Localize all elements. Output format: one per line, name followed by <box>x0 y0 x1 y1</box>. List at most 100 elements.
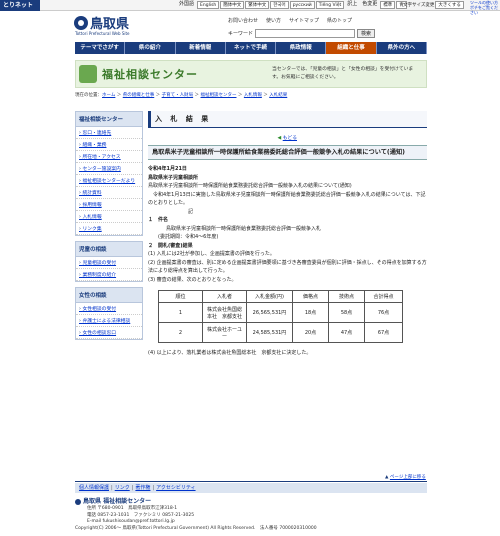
text-size-control: 文字サイズ変更 大きくする <box>403 1 464 9</box>
notice-org: 鳥取県米子児童相談所 <box>148 174 199 181</box>
banner-text: 当センターでは、「児童の相談」と「女性の相談」を受付けています。お気軽にご相談く… <box>272 67 414 80</box>
up-arrow-icon: ▲ <box>385 475 389 480</box>
sidebar-item-legal-consult[interactable]: 弁護士による法律相談 <box>76 315 142 327</box>
lang-russian-button[interactable]: русский <box>289 1 315 9</box>
color-change-label: 色変更 <box>362 1 378 7</box>
sidebar-item-bid-info[interactable]: 入札情報 <box>76 211 142 223</box>
gnav-procedures[interactable]: ネットで手続 <box>226 42 277 54</box>
cell-amount: 26,565,531円 <box>246 302 293 323</box>
sidebar-section-child: 児童の相談 児童相談の受付 業務制度の紹介 <box>75 241 143 282</box>
footer-copyright: Copyright(C) 2006～ 鳥取県(Tottori Prefectur… <box>75 525 317 531</box>
sidebar: 福祉相談センター 窓口・連絡先 組織・業務 所在地・アクセス センター施設案内 … <box>75 111 143 345</box>
global-nav: テーマでさがす 県の紹介 新着情報 ネットで手続 県政情報 組織と仕事 県外の方… <box>75 42 427 54</box>
breadcrumb-current[interactable]: 入札結果 <box>269 93 287 98</box>
sidebar-item-child-reception[interactable]: 児童相談の受付 <box>76 257 142 269</box>
sidebar-item-facility[interactable]: センター施設案内 <box>76 163 142 175</box>
pref-top-link[interactable]: 県のトップ <box>327 17 352 24</box>
back-link[interactable]: もどる <box>283 136 297 141</box>
col-price-score: 価格点 <box>292 290 329 303</box>
item2-title: ２ 開札(審査)結果 <box>148 242 193 249</box>
lang-simplified-chinese-button[interactable]: 簡体中文 <box>220 1 245 9</box>
header-links: お問い合わせ 使い方 サイトマップ 県のトップ <box>228 17 352 24</box>
lang-english-button[interactable]: English <box>197 1 220 9</box>
col-rank: 順位 <box>158 290 203 303</box>
sidebar-heading: 福祉相談センター <box>76 112 142 127</box>
gnav-news[interactable]: 新着情報 <box>176 42 226 54</box>
search-input[interactable] <box>255 29 356 38</box>
sidebar-item-women-reception[interactable]: 女性相談の受付 <box>76 303 142 315</box>
notice-body: 令和4年1月21日 鳥取県米子児童相談所 鳥取県米子児童相談所一時保護所給食業務… <box>148 165 427 284</box>
lang-traditional-chinese-button[interactable]: 繁体中文 <box>245 1 270 9</box>
keyword-label: キーワード <box>228 31 254 37</box>
footer-accessibility-link[interactable]: アクセシビリティ <box>156 485 195 491</box>
breadcrumb-home[interactable]: ホーム <box>102 93 115 98</box>
cell-price-score: 18点 <box>292 302 329 323</box>
item2-1: (1) 入札には2社が参加し、企画提案書の評価を行った。 <box>148 251 275 257</box>
cell-amount: 24,585,531円 <box>246 322 293 343</box>
breadcrumb-bureau[interactable]: 子育て・人財局 <box>162 93 194 98</box>
cell-tech-score: 47点 <box>328 322 365 343</box>
sidebar-item-recruit[interactable]: 採用情報 <box>76 199 142 211</box>
cell-bidder: 株式会社魚国総本社 京都支社 <box>202 302 247 323</box>
footer-link-link[interactable]: リンク <box>115 485 130 491</box>
table-row: 2 株式会社ホーユー 24,585,531円 20点 47点 67点 <box>158 322 403 343</box>
sidebar-item-child-system[interactable]: 業務制度の紹介 <box>76 269 142 281</box>
breadcrumb-org[interactable]: 県の組織と仕事 <box>123 93 155 98</box>
tools-help-link[interactable]: ツールの使い方ポチをご覧ください <box>470 0 500 15</box>
translate-note: 訳上 <box>347 1 358 7</box>
sidebar-item-women-desk[interactable]: 女性の相談窓口 <box>76 327 142 339</box>
sidebar-item-access[interactable]: 所在地・アクセス <box>76 151 142 163</box>
cell-tech-score: 58点 <box>328 302 365 323</box>
notice-conclusion: (4) 以上により、落札業者は株式会社魚国総本社 京都支社に決定した。 <box>148 350 312 356</box>
text-size-label: 文字サイズ変更 <box>403 3 435 8</box>
col-amount: 入札金額(円) <box>246 290 293 303</box>
footer-org-name: 鳥取県 福祉相談センター <box>75 498 317 506</box>
item1-title: １ 件名 <box>148 217 169 223</box>
gnav-organization[interactable]: 組織と仕事 <box>326 42 377 54</box>
cell-rank: 1 <box>158 302 203 323</box>
prefecture-logo-icon[interactable] <box>74 16 88 30</box>
gnav-visitors[interactable]: 県外の方へ <box>377 42 427 54</box>
result-table: 順位 入札者 入札金額(円) 価格点 技術点 合計得点 1 株式会社魚国総本社 … <box>158 290 403 343</box>
page-top-link[interactable]: ページ上部に移る <box>390 475 426 480</box>
site-logo[interactable]: 鳥取県 <box>90 13 129 32</box>
sidebar-item-contact[interactable]: 窓口・連絡先 <box>76 127 142 139</box>
footer-copyright-link[interactable]: 著作権 <box>135 485 150 491</box>
breadcrumb-center[interactable]: 福祉相談センター <box>201 93 237 98</box>
brand-label[interactable]: とりネット <box>0 0 40 11</box>
gnav-intro[interactable]: 県の紹介 <box>125 42 176 54</box>
sidebar-item-statistics[interactable]: 統計資料 <box>76 187 142 199</box>
item2-3: (3) 審査の結果、次のとおりとなった。 <box>148 276 237 283</box>
gnav-theme[interactable]: テーマでさがす <box>75 42 126 54</box>
footer-divider <box>75 481 427 482</box>
sidebar-heading: 児童の相談 <box>76 242 142 257</box>
footer-privacy-link[interactable]: 個人情報保護 <box>79 485 109 491</box>
sidebar-heading: 女性の相談 <box>76 288 142 303</box>
cell-total-score: 67点 <box>364 322 403 343</box>
breadcrumb-bid-info[interactable]: 入札情報 <box>244 93 262 98</box>
item1-period: (委託期間：令和4～6年度) <box>158 234 219 240</box>
notice-intro: 令和4年1月13日に実施した鳥取県米子児童相談所一時保護所給食業務委託総合評価一… <box>148 191 426 207</box>
howto-link[interactable]: 使い方 <box>266 17 281 24</box>
sidebar-item-organization[interactable]: 組織・業務 <box>76 139 142 151</box>
notice-date: 令和4年1月21日 <box>148 166 187 172</box>
sidebar-item-newsletter[interactable]: 福祉相談センターだより <box>76 175 142 187</box>
gnav-policy[interactable]: 県政情報 <box>276 42 327 54</box>
welfare-center-icon <box>79 65 97 83</box>
language-bar: 外国語 English 簡体中文 繁体中文 한국어 русский Tiếng … <box>177 1 407 9</box>
contact-link[interactable]: お問い合わせ <box>228 17 258 24</box>
item2-2: (2) 企画提案書の審査は、別に定める企画提案書評価要領に基づき各審査委員が個別… <box>148 259 427 275</box>
table-header-row: 順位 入札者 入札金額(円) 価格点 技術点 合計得点 <box>158 290 403 303</box>
lang-korean-button[interactable]: 한국어 <box>270 1 289 9</box>
enlarge-text-button[interactable]: 大きくする <box>435 1 464 9</box>
center-banner: 福祉相談センター 当センターでは、「児童の相談」と「女性の相談」を受付けています… <box>75 60 427 88</box>
color-standard-button[interactable]: 標準 <box>380 1 396 9</box>
col-tech-score: 技術点 <box>328 290 365 303</box>
search-button[interactable]: 検索 <box>357 29 376 38</box>
lang-vietnamese-button[interactable]: Tiếng Việt <box>315 1 345 9</box>
sidebar-item-links[interactable]: リンク集 <box>76 223 142 235</box>
table-row: 1 株式会社魚国総本社 京都支社 26,565,531円 18点 58点 76点 <box>158 302 403 323</box>
sitemap-link[interactable]: サイトマップ <box>289 17 319 24</box>
col-total-score: 合計得点 <box>364 290 403 303</box>
sidebar-section-women: 女性の相談 女性相談の受付 弁護士による法律相談 女性の相談窓口 <box>75 287 143 340</box>
